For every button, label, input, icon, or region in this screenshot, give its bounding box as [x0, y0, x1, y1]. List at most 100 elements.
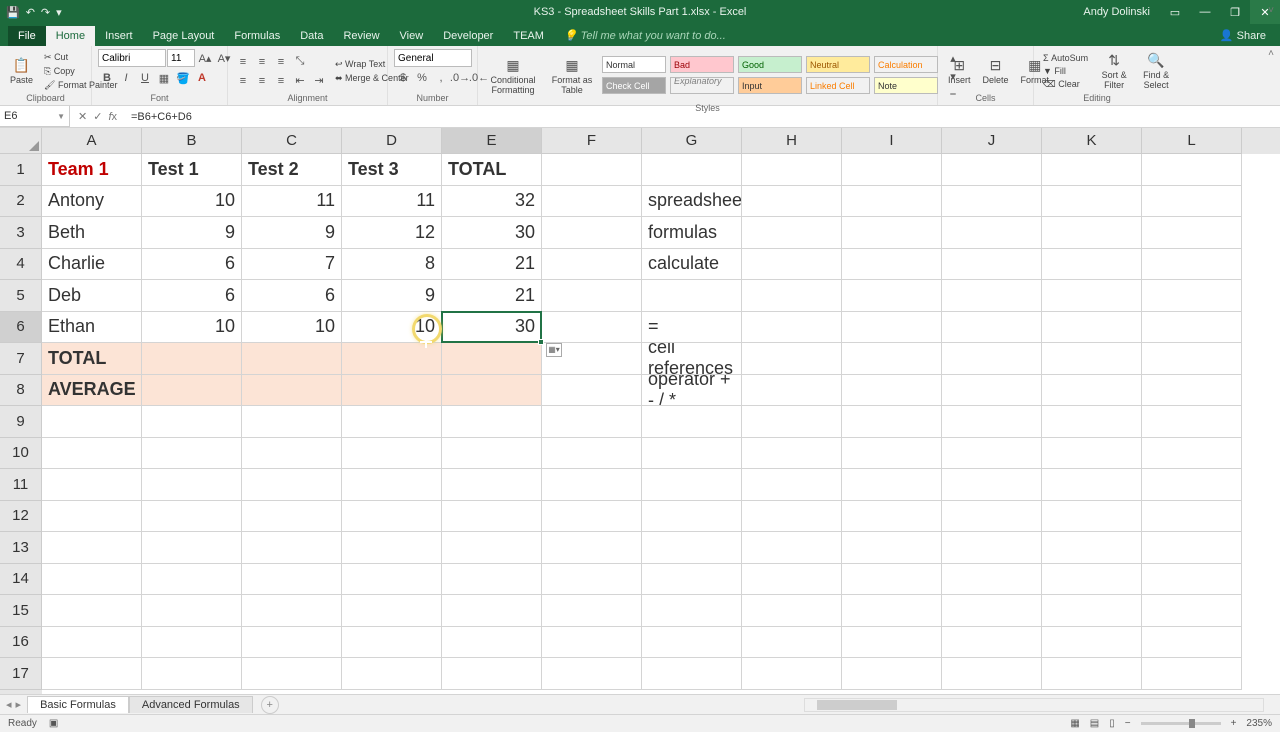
cell-F13[interactable]: [542, 532, 642, 564]
cell-L7[interactable]: [1142, 343, 1242, 375]
cell-G8[interactable]: operator + - / *: [642, 375, 742, 407]
cell-B6[interactable]: 10: [142, 312, 242, 344]
row-header-4[interactable]: 4: [0, 249, 42, 281]
find-select-button[interactable]: 🔍Find & Select: [1137, 50, 1175, 92]
tell-me-search[interactable]: 💡 Tell me what you want to do...: [554, 25, 736, 46]
cell-G14[interactable]: [642, 564, 742, 596]
cell-A10[interactable]: [42, 438, 142, 470]
cell-F3[interactable]: [542, 217, 642, 249]
cell-L3[interactable]: [1142, 217, 1242, 249]
column-header-A[interactable]: A: [42, 128, 142, 154]
cell-B10[interactable]: [142, 438, 242, 470]
column-header-F[interactable]: F: [542, 128, 642, 154]
column-header-L[interactable]: L: [1142, 128, 1242, 154]
cell-K3[interactable]: [1042, 217, 1142, 249]
cell-B7[interactable]: [142, 343, 242, 375]
cell-B13[interactable]: [142, 532, 242, 564]
row-header-9[interactable]: 9: [0, 406, 42, 438]
cell-K11[interactable]: [1042, 469, 1142, 501]
underline-button[interactable]: U: [136, 69, 154, 87]
cell-C16[interactable]: [242, 627, 342, 659]
cell-H3[interactable]: [742, 217, 842, 249]
cell-E11[interactable]: [442, 469, 542, 501]
cell-I9[interactable]: [842, 406, 942, 438]
row-header-2[interactable]: 2: [0, 186, 42, 218]
cell-A3[interactable]: Beth: [42, 217, 142, 249]
cell-I16[interactable]: [842, 627, 942, 659]
cell-I3[interactable]: [842, 217, 942, 249]
column-header-G[interactable]: G: [642, 128, 742, 154]
column-header-K[interactable]: K: [1042, 128, 1142, 154]
increase-decimal-icon[interactable]: .0→: [451, 69, 469, 87]
cell-K8[interactable]: [1042, 375, 1142, 407]
cell-F14[interactable]: [542, 564, 642, 596]
cell-K4[interactable]: [1042, 249, 1142, 281]
paste-options-button[interactable]: ▦▾: [546, 343, 562, 357]
cell-G13[interactable]: [642, 532, 742, 564]
cell-I8[interactable]: [842, 375, 942, 407]
row-header-10[interactable]: 10: [0, 438, 42, 470]
cell-G16[interactable]: [642, 627, 742, 659]
share-button[interactable]: 👤 Share: [1206, 25, 1280, 46]
sort-filter-button[interactable]: ⇅Sort & Filter: [1095, 50, 1133, 92]
select-all-button[interactable]: [0, 128, 42, 154]
cell-D5[interactable]: 9: [342, 280, 442, 312]
tab-view[interactable]: View: [390, 26, 434, 46]
cell-K13[interactable]: [1042, 532, 1142, 564]
sheet-tab-advanced[interactable]: Advanced Formulas: [129, 696, 253, 713]
row-header-11[interactable]: 11: [0, 469, 42, 501]
cell-H5[interactable]: [742, 280, 842, 312]
cell-I15[interactable]: [842, 595, 942, 627]
cell-D12[interactable]: [342, 501, 442, 533]
cell-H6[interactable]: [742, 312, 842, 344]
sheet-tab-basic[interactable]: Basic Formulas: [27, 696, 129, 713]
cell-J10[interactable]: [942, 438, 1042, 470]
cell-J15[interactable]: [942, 595, 1042, 627]
cell-J16[interactable]: [942, 627, 1042, 659]
cell-C17[interactable]: [242, 658, 342, 690]
cell-J14[interactable]: [942, 564, 1042, 596]
column-header-E[interactable]: E: [442, 128, 542, 154]
cell-C13[interactable]: [242, 532, 342, 564]
tab-team[interactable]: TEAM: [503, 26, 554, 46]
cell-K16[interactable]: [1042, 627, 1142, 659]
cell-G5[interactable]: [642, 280, 742, 312]
zoom-slider-thumb[interactable]: [1189, 719, 1195, 728]
format-as-table-button[interactable]: ▦Format as Table: [546, 55, 598, 97]
cell-B16[interactable]: [142, 627, 242, 659]
cell-K5[interactable]: [1042, 280, 1142, 312]
style-calculation[interactable]: Calculation: [874, 56, 938, 73]
cell-J3[interactable]: [942, 217, 1042, 249]
cell-A12[interactable]: [42, 501, 142, 533]
cell-D3[interactable]: 12: [342, 217, 442, 249]
cell-G3[interactable]: formulas: [642, 217, 742, 249]
cell-E15[interactable]: [442, 595, 542, 627]
cell-J6[interactable]: [942, 312, 1042, 344]
cell-G2[interactable]: spreadsheets: [642, 186, 742, 218]
cell-L16[interactable]: [1142, 627, 1242, 659]
maximize-button[interactable]: ❐: [1220, 0, 1250, 24]
cell-E14[interactable]: [442, 564, 542, 596]
row-header-5[interactable]: 5: [0, 280, 42, 312]
cell-H11[interactable]: [742, 469, 842, 501]
cell-I12[interactable]: [842, 501, 942, 533]
cell-E13[interactable]: [442, 532, 542, 564]
cell-K7[interactable]: [1042, 343, 1142, 375]
cell-F11[interactable]: [542, 469, 642, 501]
cell-A4[interactable]: Charlie: [42, 249, 142, 281]
cell-D6[interactable]: 10: [342, 312, 442, 344]
cell-K9[interactable]: [1042, 406, 1142, 438]
row-header-15[interactable]: 15: [0, 595, 42, 627]
cell-H13[interactable]: [742, 532, 842, 564]
cell-E12[interactable]: [442, 501, 542, 533]
cell-C6[interactable]: 10: [242, 312, 342, 344]
tab-developer[interactable]: Developer: [433, 26, 503, 46]
cell-F10[interactable]: [542, 438, 642, 470]
cell-L15[interactable]: [1142, 595, 1242, 627]
cell-A7[interactable]: TOTAL: [42, 343, 142, 375]
cell-B11[interactable]: [142, 469, 242, 501]
name-box[interactable]: E6▼: [0, 106, 70, 127]
cell-L12[interactable]: [1142, 501, 1242, 533]
cell-L6[interactable]: [1142, 312, 1242, 344]
column-header-C[interactable]: C: [242, 128, 342, 154]
